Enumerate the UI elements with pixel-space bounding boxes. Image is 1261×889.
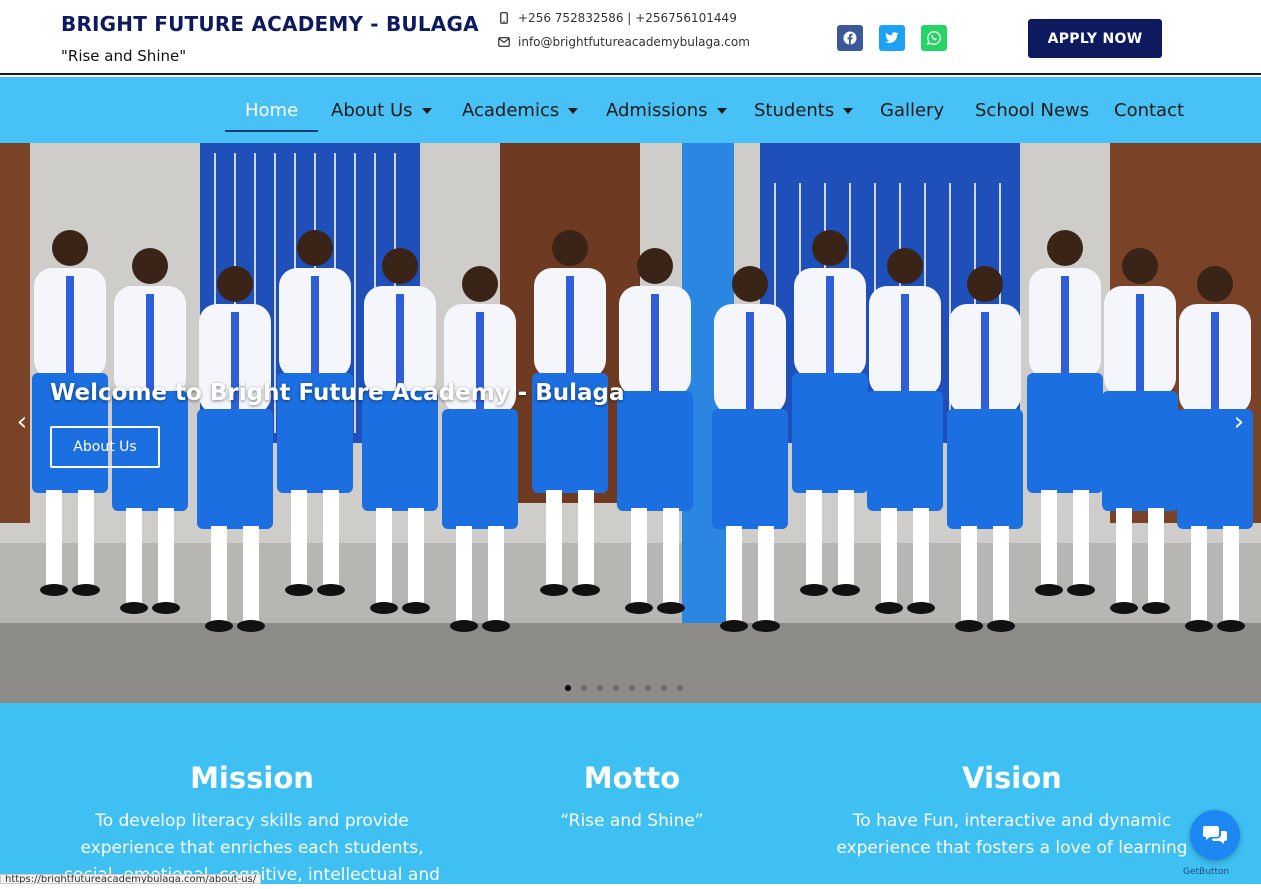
- mobile-phone-icon: [498, 11, 510, 25]
- site-title[interactable]: BRIGHT FUTURE ACADEMY - BULAGA: [61, 12, 479, 36]
- nav-students[interactable]: Students: [754, 77, 854, 143]
- nav-label: Contact: [1114, 99, 1185, 121]
- facebook-icon: [843, 31, 857, 45]
- students-group-photo: [0, 143, 1261, 703]
- slider-pagination: [565, 685, 683, 691]
- phone-numbers: +256 752832586 | +256756101449: [518, 11, 737, 25]
- slider-dot[interactable]: [613, 685, 619, 691]
- slider-dot[interactable]: [677, 685, 683, 691]
- contact-phone: +256 752832586 | +256756101449: [498, 11, 737, 25]
- nav-about-us[interactable]: About Us: [331, 77, 432, 143]
- nav-school-news[interactable]: School News: [975, 77, 1089, 143]
- contact-email: info@brightfutureacademybulaga.com: [498, 35, 750, 49]
- getbutton-credit[interactable]: GetButton: [1183, 867, 1229, 877]
- facebook-button[interactable]: [837, 25, 863, 51]
- nav-label: Home: [245, 99, 299, 121]
- twitter-button[interactable]: [879, 25, 905, 51]
- vision-heading: Vision: [962, 761, 1062, 795]
- caret-down-icon: [568, 108, 579, 114]
- whatsapp-icon: [927, 31, 941, 45]
- slider-prev-arrow[interactable]: ‹: [12, 409, 32, 435]
- nav-contact[interactable]: Contact: [1114, 77, 1184, 143]
- vision-column: Vision To have Fun, interactive and dyna…: [822, 703, 1202, 862]
- vision-text: To have Fun, interactive and dynamic exp…: [836, 811, 1188, 858]
- nav-gallery[interactable]: Gallery: [880, 77, 944, 143]
- whatsapp-button[interactable]: [921, 25, 947, 51]
- apply-now-button[interactable]: APPLY NOW: [1028, 19, 1162, 58]
- nav-label: Academics: [462, 99, 560, 121]
- slider-dot[interactable]: [565, 685, 571, 691]
- chat-bubbles-icon: [1203, 826, 1227, 844]
- envelope-icon: [498, 35, 510, 49]
- motto-text: “Rise and Shine”: [560, 811, 704, 831]
- mission-column: Mission To develop literacy skills and p…: [62, 703, 442, 889]
- email-address[interactable]: info@brightfutureacademybulaga.com: [518, 35, 750, 49]
- caret-down-icon: [716, 108, 727, 114]
- hero-title: Welcome to Bright Future Academy - Bulag…: [50, 380, 625, 406]
- motto-heading: Motto: [583, 761, 681, 795]
- slider-next-arrow[interactable]: ›: [1229, 409, 1249, 435]
- hero-about-us-button[interactable]: About Us: [50, 426, 160, 468]
- nav-label: Gallery: [880, 99, 945, 121]
- nav-label: Admissions: [606, 99, 708, 121]
- mission-motto-vision-section: Mission To develop literacy skills and p…: [0, 703, 1261, 885]
- hero-slider: Welcome to Bright Future Academy - Bulag…: [0, 143, 1261, 703]
- main-navigation: Home About Us Academics Admissions Stude…: [0, 77, 1261, 143]
- nav-admissions[interactable]: Admissions: [606, 77, 727, 143]
- nav-academics[interactable]: Academics: [462, 77, 579, 143]
- site-tagline: "Rise and Shine": [61, 47, 187, 65]
- caret-down-icon: [421, 108, 432, 114]
- browser-status-url: https://brightfutureacademybulaga.com/ab…: [0, 874, 262, 884]
- nav-label: About Us: [331, 99, 413, 121]
- mission-heading: Mission: [190, 761, 314, 795]
- nav-label: Students: [754, 99, 835, 121]
- nav-home[interactable]: Home: [224, 77, 319, 143]
- slider-dot[interactable]: [629, 685, 635, 691]
- top-header: BRIGHT FUTURE ACADEMY - BULAGA "Rise and…: [0, 0, 1261, 75]
- motto-column: Motto “Rise and Shine”: [442, 703, 822, 835]
- slider-dot[interactable]: [581, 685, 587, 691]
- twitter-icon: [885, 32, 899, 43]
- slider-dot[interactable]: [597, 685, 603, 691]
- slider-dot[interactable]: [661, 685, 667, 691]
- slider-dot[interactable]: [645, 685, 651, 691]
- chat-widget-button[interactable]: [1190, 810, 1240, 860]
- caret-down-icon: [843, 108, 854, 114]
- nav-label: School News: [975, 99, 1090, 121]
